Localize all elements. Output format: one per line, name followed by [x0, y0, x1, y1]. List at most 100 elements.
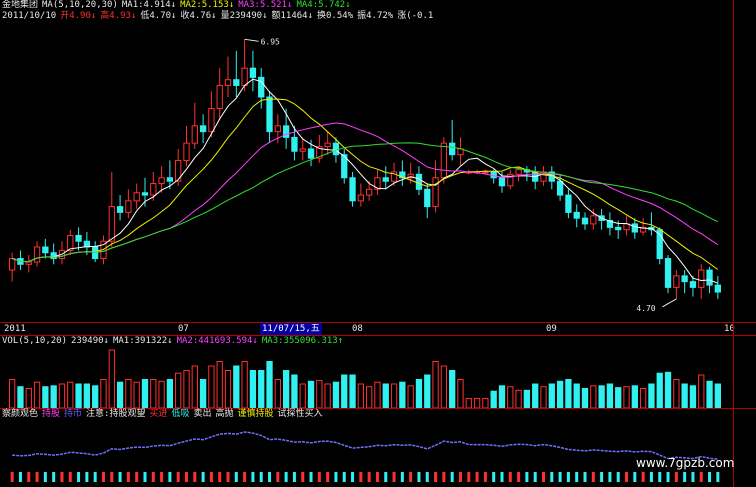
volume-bar [390, 383, 398, 408]
volume-chart[interactable] [0, 346, 756, 408]
signal-bar [243, 472, 247, 482]
price-chart[interactable]: 6.95 4.70 [0, 22, 756, 322]
volume-bar [307, 380, 315, 408]
volume-bar [349, 374, 356, 408]
candle-body [615, 226, 622, 231]
volume-bar [150, 379, 157, 408]
volume-bar [399, 381, 406, 408]
signal-bar [508, 472, 512, 482]
signal-bar [367, 472, 371, 482]
candle-body [515, 169, 522, 175]
volume-bar [33, 381, 41, 408]
candle-body [681, 275, 688, 283]
volume-bar [440, 365, 448, 408]
candle-body [116, 206, 124, 213]
candle-body [108, 206, 115, 242]
signal-bar [135, 472, 139, 482]
signal-bar [666, 472, 670, 482]
volume-bar [457, 379, 464, 408]
signal-bar [351, 472, 355, 482]
volume-bar [415, 379, 423, 408]
signal-bar [591, 472, 595, 482]
ma-legend-row: 金地集团 MA(5,10,20,30) MA1:4.914↓ MA2:5.153↓ MA… [2, 0, 355, 11]
quote-field: 低4.70↓ [140, 11, 177, 21]
indicator-chart[interactable] [0, 420, 756, 487]
candle-body [415, 173, 423, 190]
signal-bar [168, 472, 172, 482]
volume-legend-item: 239490↓ [71, 336, 109, 346]
candle-body [258, 76, 265, 98]
volume-bar [266, 361, 273, 408]
volume-bar [324, 383, 331, 408]
signal-bar [658, 472, 662, 482]
legend-item: MA(5,10,20,30) [42, 0, 118, 10]
volume-bar [133, 381, 140, 408]
candle-body [175, 159, 182, 182]
candle-body [141, 192, 149, 196]
volume-bar [706, 380, 713, 408]
signal-bar [409, 472, 413, 482]
signal-bar [110, 472, 114, 482]
candle-body [424, 188, 431, 208]
volume-bar [540, 386, 547, 408]
candle-body [714, 284, 722, 293]
quote-info-row: 2011/10/10 开4.90↓ 高4.93↓ 低4.70↓ 收4.76↓ 量23949… [2, 11, 437, 22]
candle-body [432, 177, 439, 208]
volume-bar [291, 374, 298, 408]
volume-bar [25, 388, 32, 408]
volume-bar [681, 383, 688, 408]
signal-bar [309, 472, 313, 482]
signal-bar [517, 472, 521, 482]
signal-bar [60, 472, 64, 482]
volume-bar [714, 383, 722, 408]
volume-bar [299, 383, 306, 408]
volume-bar [58, 383, 66, 408]
candle-body [689, 281, 697, 288]
signal-bar [126, 472, 130, 482]
signal-bar [10, 472, 14, 482]
moving-average-line [12, 98, 719, 270]
volume-bar [523, 389, 531, 408]
moving-average-line [12, 78, 718, 284]
indicator-legend-item: 注意:持股观望 [86, 409, 146, 419]
volume-bar [216, 361, 223, 408]
signal-bar [500, 472, 504, 482]
candle-body [349, 177, 356, 202]
volume-bar [183, 370, 190, 408]
quote-field: 收4.76↓ [180, 11, 217, 21]
signal-bar [550, 472, 554, 482]
volume-bar [432, 361, 439, 408]
legend-item: 金地集团 [2, 0, 39, 10]
signal-bar [583, 472, 587, 482]
signal-bar [425, 472, 429, 482]
candle-body [324, 142, 331, 148]
volume-bar [357, 383, 364, 408]
signal-bar [85, 472, 89, 482]
candle-body [199, 125, 207, 133]
volume-bar [50, 385, 57, 408]
signal-bar [77, 472, 81, 482]
moving-average-line [12, 142, 719, 263]
signal-bar [251, 472, 255, 482]
candle-body [457, 148, 464, 156]
volume-bar [199, 379, 207, 408]
candle-body [357, 194, 364, 202]
volume-bar [42, 386, 49, 408]
volume-bar [75, 383, 82, 408]
volume-bar [490, 390, 497, 408]
volume-bar [17, 386, 24, 408]
candle-body [291, 136, 298, 152]
signal-bar [43, 472, 47, 482]
quote-field: 涨(-0.1 [397, 11, 434, 21]
volume-bar [282, 370, 290, 408]
volume-bar [233, 365, 240, 408]
signal-bar [525, 472, 529, 482]
candle-body [75, 234, 82, 242]
candle-body [183, 142, 190, 161]
legend-item: MA1:4.914↓ [121, 0, 177, 10]
candle-body [664, 258, 672, 288]
high-marker [244, 38, 259, 42]
signal-bar [716, 472, 720, 482]
signal-bar [608, 472, 612, 482]
signal-bar [674, 472, 678, 482]
